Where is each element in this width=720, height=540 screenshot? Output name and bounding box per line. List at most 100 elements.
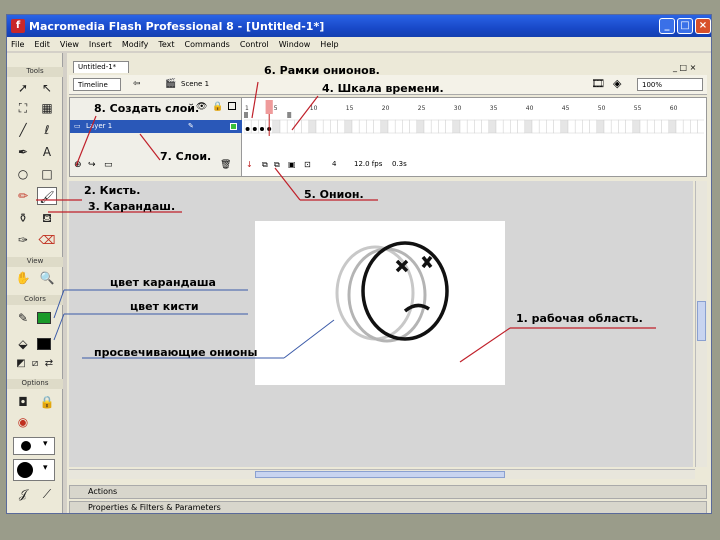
lasso-tool-icon[interactable]: ℓ — [37, 121, 57, 139]
arrow-tool-icon[interactable]: ➚ — [13, 79, 33, 97]
brush-tool-icon[interactable]: 🖌 — [37, 187, 57, 205]
menu-window[interactable]: Window — [279, 40, 311, 49]
menu-file[interactable]: File — [11, 40, 24, 49]
brush-mode-icon[interactable]: ◉ — [13, 413, 33, 431]
brush-size-dropdown[interactable] — [13, 437, 55, 455]
frame-cell — [661, 119, 670, 134]
horizontal-scrollbar[interactable] — [69, 469, 695, 479]
fill-color-swatch[interactable] — [37, 338, 51, 350]
onion-outline-icon[interactable]: ⧉ — [274, 160, 280, 170]
pen-tool-icon[interactable]: ✒ — [13, 143, 33, 161]
frame-cell — [668, 119, 677, 134]
frame-cell — [409, 119, 418, 134]
edit-symbol-icon[interactable]: ◈ — [613, 77, 621, 90]
properties-panel-bar[interactable]: Properties & Filters & Parameters — [69, 501, 707, 513]
menu-control[interactable]: Control — [240, 40, 269, 49]
menu-insert[interactable]: Insert — [89, 40, 112, 49]
frame-cell — [322, 119, 331, 134]
frame-cell — [538, 119, 547, 134]
frame-cell — [675, 119, 684, 134]
subselect-tool-icon[interactable]: ↖ — [37, 79, 57, 97]
frame-number: 35 — [490, 105, 498, 112]
document-tab[interactable]: Untitled-1* — [73, 61, 129, 73]
frame-rate: 12.0 fps — [354, 160, 383, 168]
zoom-tool-icon[interactable]: 🔍 — [37, 269, 57, 287]
layer-row[interactable]: Layer 1 ▭ ✎ — [70, 120, 242, 133]
frame-cell — [243, 119, 252, 134]
doc-window-controls[interactable]: _ □ × — [673, 63, 696, 72]
frame-cell — [474, 119, 482, 134]
onion-skin-icon[interactable]: ⧉ — [262, 160, 268, 170]
swap-colors-icon[interactable]: ⇄ — [39, 355, 59, 373]
edit-scene-icon[interactable]: 🎞 — [591, 77, 605, 90]
frame-cell — [589, 119, 598, 134]
frame-cell — [279, 119, 288, 134]
pressure-icon[interactable]: 𝒥 — [13, 485, 33, 503]
line-tool-icon[interactable]: ╱ — [13, 121, 33, 139]
hand-tool-icon[interactable]: ✋ — [13, 269, 33, 287]
frame-cell — [488, 119, 497, 134]
fill-transform-icon[interactable]: ▦ — [37, 99, 57, 117]
menu-text[interactable]: Text — [158, 40, 174, 49]
rectangle-tool-icon[interactable]: □ — [37, 165, 57, 183]
timeline-button[interactable]: Timeline — [73, 78, 121, 91]
scroll-thumb-horizontal[interactable] — [255, 471, 505, 478]
frame-cell — [438, 119, 446, 134]
delete-layer-icon[interactable]: 🗑 — [220, 160, 231, 170]
view-header: View — [7, 257, 63, 267]
frame-cell — [625, 119, 634, 134]
insert-layer-icon[interactable]: ⊕ — [74, 160, 82, 170]
frame-number: 55 — [634, 105, 642, 112]
insert-folder-icon[interactable]: ▭ — [104, 160, 113, 170]
ink-bottle-icon[interactable]: ⚱ — [13, 209, 33, 227]
frame-cell — [560, 119, 569, 134]
stage[interactable] — [255, 221, 505, 385]
outline-icon[interactable] — [228, 102, 236, 110]
frame-cell — [510, 119, 518, 134]
menu-view[interactable]: View — [60, 40, 79, 49]
free-transform-icon[interactable]: ⛶ — [13, 99, 33, 117]
frame-cell — [546, 119, 554, 134]
motion-guide-icon[interactable]: ↪ — [88, 160, 96, 170]
brush-shape-circle-icon — [17, 462, 33, 478]
close-button[interactable]: × — [695, 18, 711, 34]
frame-cell — [250, 119, 259, 134]
actions-panel-bar[interactable]: Actions — [69, 485, 707, 499]
edit-multiple-icon[interactable]: ▣ — [288, 160, 296, 169]
menu-edit[interactable]: Edit — [34, 40, 50, 49]
annotation-work-area: 1. рабочая область. — [516, 312, 643, 325]
frame-number: 10 — [310, 105, 318, 112]
lock-icon[interactable]: 🔒 — [212, 102, 223, 112]
layer-color-icon[interactable] — [230, 123, 237, 130]
text-tool-icon[interactable]: A — [37, 143, 57, 161]
eyedropper-icon[interactable]: ✑ — [13, 231, 33, 249]
menu-help[interactable]: Help — [320, 40, 338, 49]
tilt-icon[interactable]: ⟋ — [37, 485, 57, 503]
modify-onion-icon[interactable]: ⊡ — [304, 160, 311, 169]
brush-size-dot-icon — [21, 441, 31, 451]
object-drawing-icon[interactable]: ◘ — [13, 393, 33, 411]
minimize-button[interactable]: _ — [659, 18, 675, 34]
pencil-tool-icon[interactable]: ✏ — [13, 187, 33, 205]
frame-cell — [380, 119, 389, 134]
lock-fill-icon[interactable]: 🔒 — [37, 393, 57, 411]
eraser-tool-icon[interactable]: ⌫ — [37, 231, 57, 249]
back-arrow-icon[interactable]: ⇦ — [133, 79, 141, 89]
maximize-button[interactable]: □ — [677, 18, 693, 34]
scroll-thumb[interactable] — [697, 301, 706, 341]
menu-modify[interactable]: Modify — [122, 40, 149, 49]
menu-commands[interactable]: Commands — [185, 40, 230, 49]
pencil-icon: ✎ — [188, 122, 194, 130]
frame-cell — [646, 119, 655, 134]
center-frame-icon[interactable]: ↓ — [246, 160, 253, 169]
zoom-field[interactable]: 100% — [637, 78, 703, 91]
oval-tool-icon[interactable]: ○ — [13, 165, 33, 183]
frame-number: 30 — [454, 105, 462, 112]
frame-cell — [632, 119, 641, 134]
smiley-drawing — [361, 241, 449, 341]
stroke-color-swatch[interactable] — [37, 312, 51, 324]
frames-grid[interactable]: 15101520253035404550556065707580 — [243, 98, 711, 176]
paint-bucket-icon[interactable]: ⛾ — [37, 209, 57, 227]
frame-cell — [639, 119, 648, 134]
vertical-scrollbar[interactable] — [695, 181, 707, 467]
